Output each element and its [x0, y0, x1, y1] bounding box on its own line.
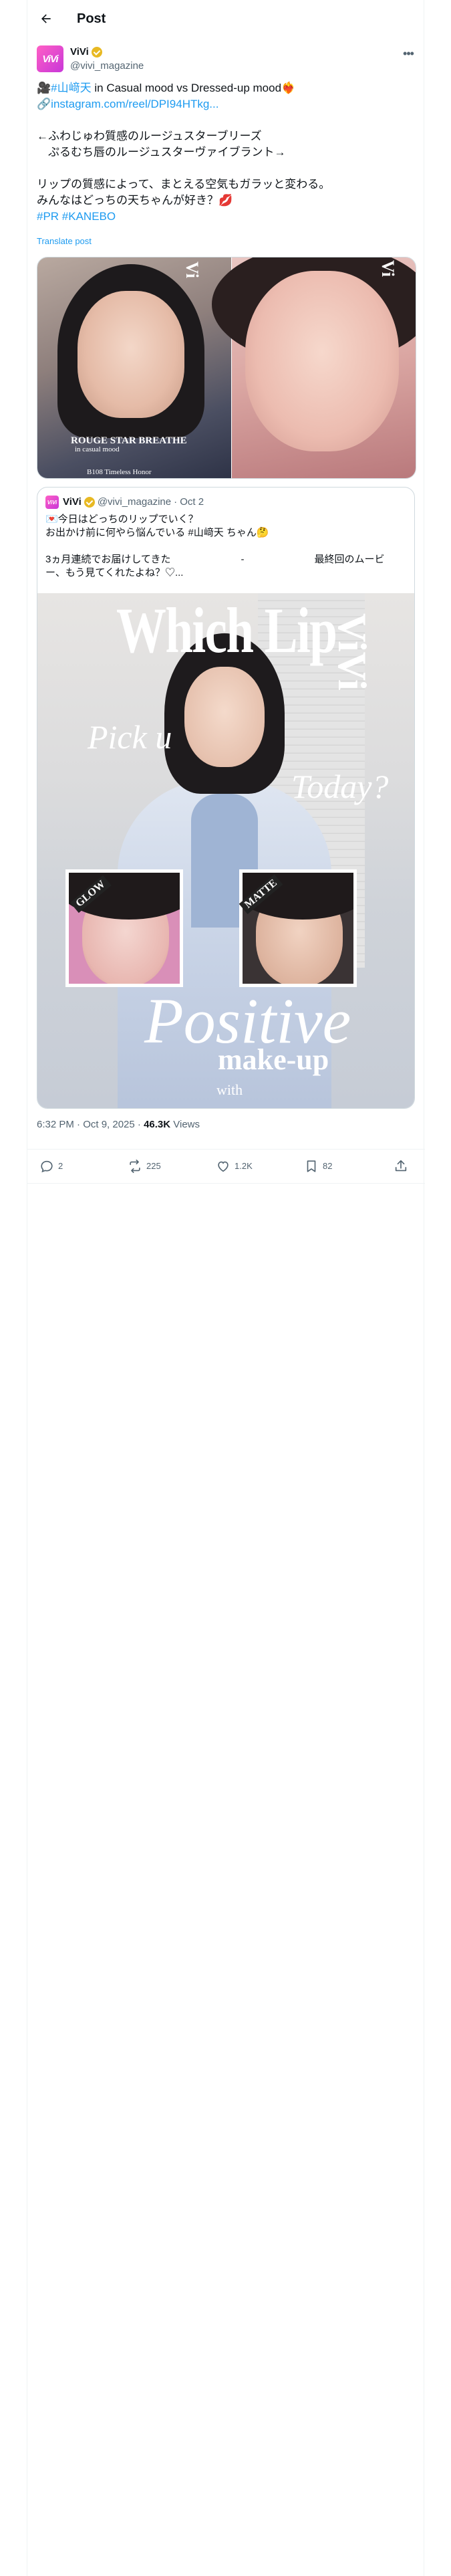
- heart-icon: [218, 1161, 229, 1172]
- post-line1: in Casual mood vs Dressed-up mood❤️‍🔥: [91, 82, 296, 94]
- author-handle[interactable]: @vivi_magazine: [70, 60, 144, 73]
- bookmark-button[interactable]: 82: [304, 1159, 332, 1174]
- verified-badge-icon: [91, 47, 102, 58]
- quote-image-logo: ViVi: [330, 613, 374, 691]
- views-count: 46.3K: [144, 1119, 171, 1130]
- glow-frame: [65, 869, 183, 987]
- post-media[interactable]: Vi ROUGE STAR BREATHE in casual mood B10…: [37, 257, 416, 479]
- share-button[interactable]: [394, 1159, 408, 1174]
- quote-image-pick: Pick u: [88, 718, 172, 756]
- back-button[interactable]: [37, 9, 55, 28]
- face-shape: [78, 291, 184, 418]
- quote-text: 💌今日はどっちのリップでいく？ お出かけ前に何やら悩んでいる #山﨑天 ちゃん🤔…: [45, 514, 385, 578]
- views-label: Views: [170, 1119, 200, 1130]
- media-shade: B108 Timeless Honor: [87, 468, 152, 476]
- quote-image-makeup: make-up: [218, 1043, 329, 1076]
- author-name[interactable]: ViVi: [70, 45, 89, 59]
- post-para2: ←ふわじゅわ質感のルージュスターブリーズ ぷるむち唇のルージュスターヴァイブラン…: [37, 130, 286, 158]
- camera-emoji: 🎥: [37, 82, 51, 94]
- verified-badge-icon: [84, 497, 95, 508]
- hashtag-link[interactable]: #山﨑天: [51, 82, 91, 94]
- top-bar: Post: [27, 0, 425, 37]
- arrow-left-icon: [41, 14, 51, 23]
- media-image-casual[interactable]: Vi ROUGE STAR BREATHE in casual mood B10…: [37, 257, 231, 478]
- face-shape: [245, 271, 399, 451]
- repost-count: 225: [146, 1161, 161, 1171]
- reply-count: 2: [58, 1161, 63, 1171]
- repost-button[interactable]: 225: [128, 1159, 161, 1174]
- quote-image-title: Which Lip: [116, 595, 337, 666]
- reply-button[interactable]: 2: [39, 1159, 63, 1174]
- page-title: Post: [77, 11, 106, 26]
- quoted-post[interactable]: ViVi ViVi @vivi_magazine · Oct 2 💌今日はどっち…: [37, 487, 415, 1109]
- quote-date: · Oct 2: [174, 496, 204, 508]
- post-text: 🎥#山﨑天 in Casual mood vs Dressed-up mood❤…: [37, 80, 414, 225]
- link-emoji: 🔗: [37, 98, 51, 110]
- post-para3: リップの質感によって、まとえる空気もガラッと変わる。 みんなはどっちの天ちゃんが…: [37, 178, 331, 207]
- like-button[interactable]: 1.2K: [216, 1159, 253, 1174]
- media-image-dressed[interactable]: Vi: [212, 257, 416, 478]
- reply-icon: [41, 1160, 53, 1173]
- like-count: 1.2K: [235, 1161, 253, 1171]
- vivi-mark: Vi: [182, 261, 202, 279]
- media-subtitle: in casual mood: [75, 445, 120, 453]
- quote-author-name: ViVi: [63, 496, 82, 508]
- post-meta: 6:32 PM · Oct 9, 2025 · 46.3K Views: [37, 1118, 200, 1132]
- instagram-link[interactable]: instagram.com/reel/DPI94HTkg...: [51, 98, 218, 110]
- translate-post-link[interactable]: Translate post: [37, 235, 92, 247]
- quote-image-with: with: [216, 1081, 243, 1098]
- avatar[interactable]: ViVi: [37, 45, 63, 72]
- hashtags-link[interactable]: #PR #KANEBO: [37, 210, 116, 223]
- quote-avatar: ViVi: [45, 496, 59, 509]
- quote-author-handle: @vivi_magazine: [97, 496, 172, 508]
- bookmark-count: 82: [323, 1161, 333, 1171]
- quote-media-image[interactable]: Which Lip ViVi Pick u Today? GLOW MATTE …: [37, 593, 414, 1108]
- share-icon: [395, 1160, 407, 1172]
- repost-icon: [130, 1160, 140, 1173]
- vivi-mark: Vi: [378, 260, 398, 278]
- quote-image-today: Today?: [291, 768, 389, 805]
- post-timestamp[interactable]: 6:32 PM · Oct 9, 2025 ·: [37, 1119, 144, 1130]
- bookmark-icon: [307, 1160, 316, 1172]
- action-bar: 2 225 1.2K 82: [27, 1149, 425, 1184]
- matte-frame: [239, 869, 357, 987]
- person-face: [184, 667, 265, 767]
- more-options-icon[interactable]: •••: [402, 47, 415, 60]
- main-column: Post ViVi ViVi @vivi_magazine ••• 🎥#山﨑天 …: [27, 0, 425, 2576]
